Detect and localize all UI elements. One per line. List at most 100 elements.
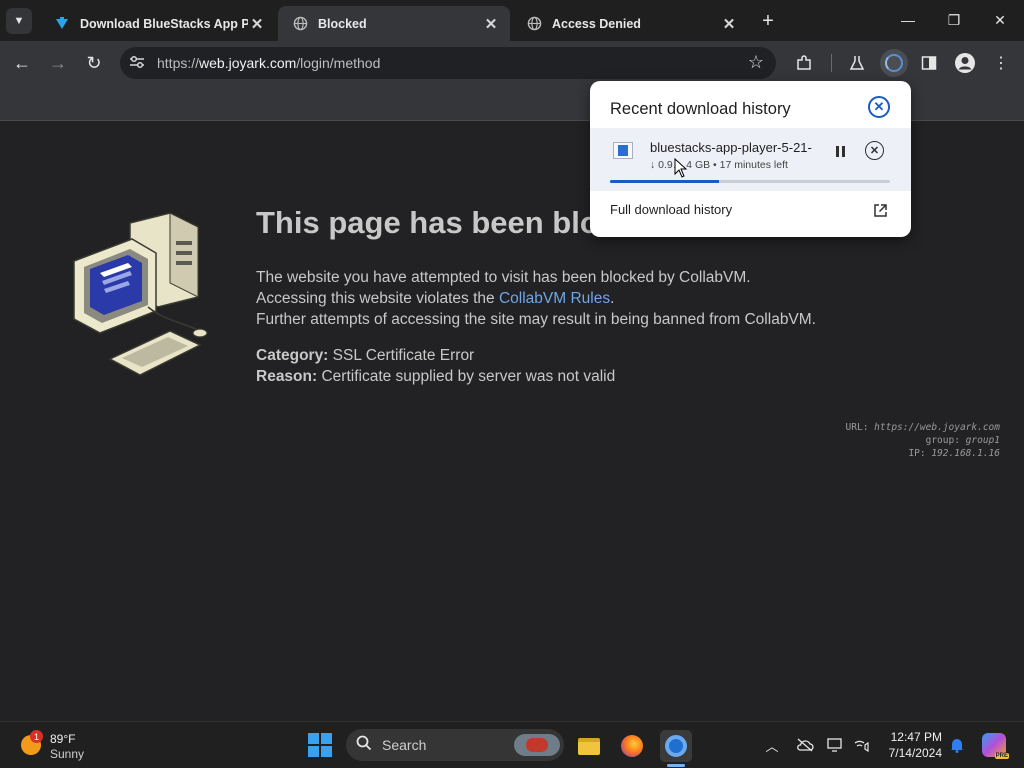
extensions-icon[interactable] [791,50,817,76]
meta-label: group: [925,435,960,446]
browser-toolbar: ← → ↻ https://web.joyark.com/login/metho… [0,41,1024,85]
tab-bluestacks[interactable]: Download BlueStacks App Play ✕ [40,6,276,41]
notification-badge: 1 [30,730,43,743]
download-progress-bar [610,180,890,183]
downloads-progress-icon[interactable] [880,49,908,77]
globe-icon [292,16,308,32]
meta-ip: IP: 192.168.1.16 [846,447,1000,460]
side-panel-icon[interactable] [916,50,942,76]
close-icon[interactable]: ✕ [248,15,266,33]
minimize-button[interactable]: — [888,6,928,34]
window-close-button[interactable]: ✕ [980,6,1020,34]
message-line: Further attempts of accessing the site m… [256,311,816,328]
reason-row: Reason: Certificate supplied by server w… [256,366,615,387]
url-host: web.joyark.com [199,55,297,71]
address-bar[interactable]: https://web.joyark.com/login/method ☆ [120,47,776,79]
search-highlight-icon [514,734,560,756]
file-explorer-icon[interactable] [573,730,605,762]
taskbar-search[interactable]: Search [346,729,564,761]
network-volume-icon[interactable] [852,735,872,755]
popup-title: Recent download history [610,100,791,118]
meta-url: URL: https://web.joyark.com [846,421,1000,434]
close-icon[interactable]: ✕ [720,15,738,33]
windows-taskbar: 1 89°F Sunny Search ︿ 12:47 PM 7/14/2024… [0,721,1024,768]
tab-search-button[interactable]: ▼ [6,8,32,34]
meta-label: URL: [845,422,869,433]
tab-access-denied[interactable]: Access Denied ✕ [512,6,748,41]
new-tab-button[interactable]: + [757,10,779,32]
browser-window: ▼ Download BlueStacks App Play ✕ Blocked… [0,0,1024,721]
meta-label: IP: [908,448,926,459]
request-metadata: URL: https://web.joyark.com group: group… [846,421,1000,460]
download-item[interactable]: bluestacks-app-player-5-21- ↓ 0.9… 4 GB … [590,128,911,191]
cloud-offline-icon[interactable] [795,735,815,755]
active-app-indicator [667,764,685,767]
collabvm-rules-link[interactable]: CollabVM Rules [499,290,610,307]
cancel-download-icon[interactable]: ✕ [865,141,884,160]
labs-flask-icon[interactable] [844,50,870,76]
tab-title: Access Denied [552,16,641,31]
file-icon [613,142,633,159]
chrome-icon[interactable] [660,730,692,762]
clock-date: 7/14/2024 [888,746,942,760]
message-line: Accessing this website violates the Coll… [256,288,816,309]
download-filename[interactable]: bluestacks-app-player-5-21- [650,140,818,155]
mouse-cursor-icon [674,158,688,178]
tab-title: Blocked [318,16,367,31]
weather-temperature: 89°F [50,732,76,746]
copilot-icon[interactable]: PRE [982,733,1009,759]
block-details: Category: SSL Certificate Error Reason: … [256,345,615,387]
clock-time: 12:47 PM [890,730,942,744]
message-text: . [610,290,615,307]
restore-button[interactable]: ❐ [934,6,974,34]
weather-widget[interactable]: 1 89°F Sunny [18,730,98,762]
copilot-badge: PRE [994,753,1009,759]
display-icon[interactable] [826,735,846,755]
search-icon [356,735,372,755]
chevron-up-icon[interactable]: ︿ [762,735,782,755]
download-history-popup: Recent download history ✕ bluestacks-app… [590,81,911,237]
globe-icon [526,16,542,32]
open-in-new-icon[interactable] [871,201,889,219]
menu-kebab-icon[interactable]: ⋮ [988,50,1014,76]
blocked-message: The website you have attempted to visit … [256,267,816,330]
weather-description: Sunny [50,747,85,761]
system-clock[interactable]: 12:47 PM 7/14/2024 [880,729,942,761]
bookmark-star-icon[interactable]: ☆ [748,52,764,73]
bluestacks-download-icon [54,16,70,32]
tab-strip: ▼ Download BlueStacks App Play ✕ Blocked… [0,0,1024,41]
tab-title: Download BlueStacks App Play [80,16,248,31]
download-ring [885,54,903,72]
toolbar-divider [831,54,832,72]
pause-icon[interactable] [830,141,850,161]
full-download-history-link[interactable]: Full download history [610,202,732,217]
reload-button[interactable]: ↻ [80,49,108,77]
firefox-icon[interactable] [616,730,648,762]
reason-value: Certificate supplied by server was not v… [321,368,616,385]
download-status: ↓ 0.9… 4 GB • 17 minutes left [650,159,788,171]
notification-bell-icon[interactable] [948,735,966,755]
search-label: Search [382,737,427,753]
meta-value: group1 [965,435,1000,446]
forward-button[interactable]: → [44,49,72,77]
message-line: The website you have attempted to visit … [256,269,751,286]
category-row: Category: SSL Certificate Error [256,345,615,366]
profile-avatar-icon[interactable] [952,50,978,76]
tab-blocked[interactable]: Blocked ✕ [278,6,510,41]
close-icon[interactable]: ✕ [868,96,890,118]
category-label: Category: [256,347,329,364]
category-value: SSL Certificate Error [332,347,475,364]
meta-value: https://web.joyark.com [874,422,1000,433]
url-scheme: https:// [157,55,200,71]
close-icon[interactable]: ✕ [482,15,500,33]
meta-group: group: group1 [846,434,1000,447]
windows-start-icon[interactable] [308,733,332,757]
meta-value: 192.168.1.16 [931,448,1000,459]
message-text: Accessing this website violates the [256,290,499,307]
back-button[interactable]: ← [8,49,36,77]
url-text: https://web.joyark.com/login/method [157,55,380,71]
site-info-icon[interactable] [129,55,149,72]
url-path: /login/method [296,55,381,71]
reason-label: Reason: [256,368,318,385]
download-progress-fill [610,180,720,183]
